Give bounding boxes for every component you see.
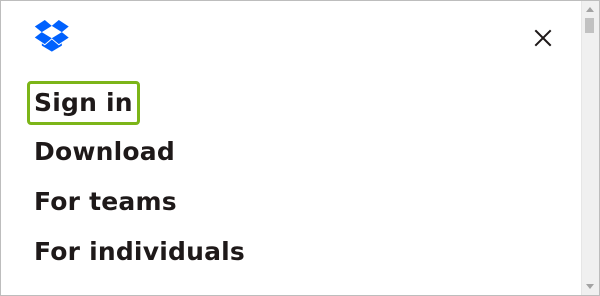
mobile-menu-panel: Sign in Download For teams For individua…: [0, 0, 600, 296]
dropbox-logo-icon[interactable]: [34, 20, 70, 52]
menu-item-download[interactable]: Download: [34, 131, 245, 181]
main-menu: Sign in Download For teams For individua…: [27, 81, 245, 281]
vertical-scrollbar[interactable]: [581, 1, 599, 295]
close-button[interactable]: [531, 26, 555, 50]
close-icon: [534, 29, 552, 47]
menu-item-for-individuals[interactable]: For individuals: [34, 231, 245, 281]
for-teams-link[interactable]: For teams: [34, 187, 177, 216]
menu-item-sign-in[interactable]: Sign in: [27, 81, 245, 131]
menu-item-for-teams[interactable]: For teams: [34, 181, 245, 231]
for-individuals-link[interactable]: For individuals: [34, 237, 245, 266]
scroll-up-arrow-icon[interactable]: [586, 7, 594, 12]
download-link[interactable]: Download: [34, 137, 175, 166]
scroll-thumb[interactable]: [585, 18, 594, 33]
scroll-down-arrow-icon[interactable]: [586, 284, 594, 289]
sign-in-link[interactable]: Sign in: [27, 81, 140, 125]
